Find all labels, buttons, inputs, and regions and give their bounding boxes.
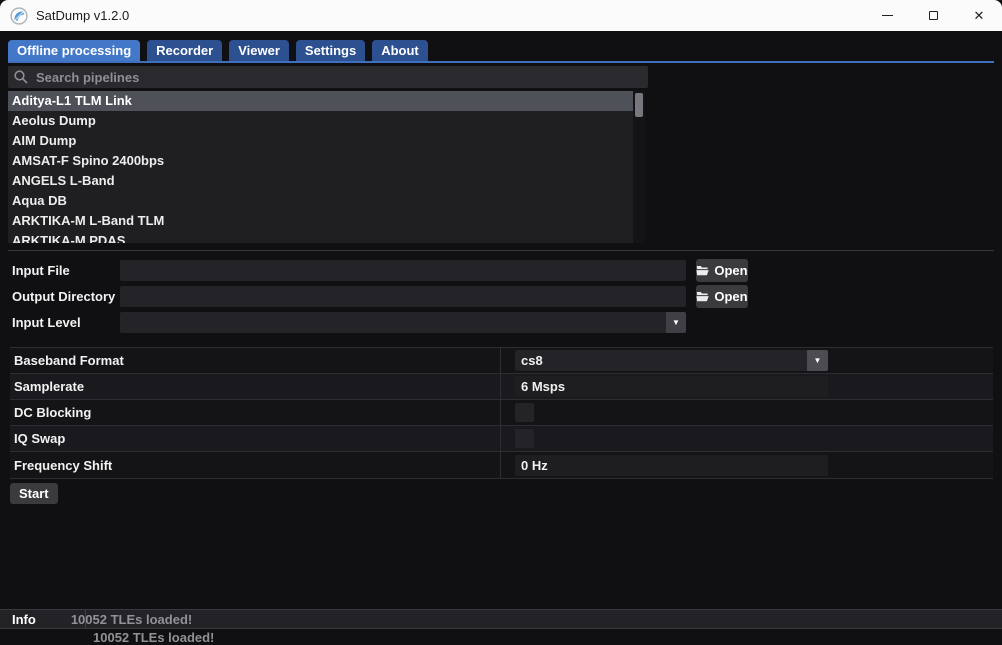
open-button-label: Open xyxy=(714,289,747,304)
maximize-icon xyxy=(929,11,938,20)
satdump-window: { "window": { "title": "SatDump v1.2.0" … xyxy=(0,0,1002,632)
baseband-format-label: Baseband Format xyxy=(10,353,500,368)
tab-offline-processing[interactable]: Offline processing xyxy=(8,40,140,61)
log-preview-clipped: 10052 TLEs loaded! xyxy=(93,630,214,645)
tab-bar: Offline processing Recorder Viewer Setti… xyxy=(8,40,428,61)
baseband-format-dropdown[interactable]: cs8 ▼ xyxy=(515,350,828,371)
input-file-field[interactable] xyxy=(120,260,686,281)
table-row: IQ Swap xyxy=(10,426,993,452)
list-item[interactable]: ANGELS L-Band xyxy=(8,171,633,191)
open-button-label: Open xyxy=(714,263,747,278)
output-directory-label: Output Directory xyxy=(12,286,115,307)
tab-label: Viewer xyxy=(238,43,280,58)
folder-icon xyxy=(696,291,709,302)
tab-label: Offline processing xyxy=(17,43,131,58)
column-divider xyxy=(500,426,501,451)
satdump-logo-icon xyxy=(9,6,29,26)
chevron-down-icon: ▼ xyxy=(666,312,686,333)
start-button[interactable]: Start xyxy=(10,483,58,504)
column-divider xyxy=(500,400,501,425)
list-item[interactable]: AMSAT-F Spino 2400bps xyxy=(8,151,633,171)
frequency-shift-field[interactable] xyxy=(515,455,828,476)
list-item[interactable]: ARKTIKA-M PDAS xyxy=(8,231,633,243)
close-icon: ✕ xyxy=(974,9,985,22)
status-divider xyxy=(85,610,86,628)
list-item[interactable]: AIM Dump xyxy=(8,131,633,151)
frequency-shift-label: Frequency Shift xyxy=(10,458,500,473)
samplerate-label: Samplerate xyxy=(10,379,500,394)
input-level-dropdown[interactable]: ▼ xyxy=(120,312,686,333)
table-row: Baseband Format cs8 ▼ xyxy=(10,348,993,374)
tab-label: About xyxy=(381,43,419,58)
status-message: 10052 TLEs loaded! xyxy=(71,612,192,627)
close-button[interactable]: ✕ xyxy=(956,0,1002,31)
scrollbar-thumb[interactable] xyxy=(635,93,643,117)
tab-label: Recorder xyxy=(156,43,213,58)
dc-blocking-checkbox[interactable] xyxy=(515,403,534,422)
pipeline-items: Aditya-L1 TLM Link Aeolus Dump AIM Dump … xyxy=(8,91,633,243)
iq-swap-checkbox[interactable] xyxy=(515,429,534,448)
dc-blocking-label: DC Blocking xyxy=(10,405,500,420)
column-divider xyxy=(500,374,501,399)
list-scrollbar[interactable] xyxy=(633,91,645,243)
table-row: DC Blocking xyxy=(10,400,993,426)
list-item-selected[interactable]: Aditya-L1 TLM Link xyxy=(8,91,633,111)
pipeline-list: Aditya-L1 TLM Link Aeolus Dump AIM Dump … xyxy=(8,91,645,243)
parameters-table: Baseband Format cs8 ▼ Samplerate DC Bloc… xyxy=(10,347,993,479)
list-item[interactable]: ARKTIKA-M L-Band TLM xyxy=(8,211,633,231)
title-bar: SatDump v1.2.0 ✕ xyxy=(0,0,1002,31)
separator xyxy=(8,250,994,251)
column-divider xyxy=(500,348,501,373)
tab-about[interactable]: About xyxy=(372,40,428,61)
status-bar: Info 10052 TLEs loaded! xyxy=(0,609,1002,629)
input-level-label: Input Level xyxy=(12,312,81,333)
table-row: Frequency Shift xyxy=(10,452,993,478)
maximize-button[interactable] xyxy=(910,0,956,31)
tab-underline xyxy=(8,61,994,63)
window-title: SatDump v1.2.0 xyxy=(36,8,129,23)
chevron-down-icon: ▼ xyxy=(807,350,828,371)
tab-recorder[interactable]: Recorder xyxy=(147,40,222,61)
folder-icon xyxy=(696,265,709,276)
input-file-label: Input File xyxy=(12,260,70,281)
iq-swap-label: IQ Swap xyxy=(10,431,500,446)
output-directory-field[interactable] xyxy=(120,286,686,307)
minimize-button[interactable] xyxy=(864,0,910,31)
tab-viewer[interactable]: Viewer xyxy=(229,40,289,61)
input-file-open-button[interactable]: Open xyxy=(696,259,748,282)
search-input[interactable] xyxy=(8,66,648,88)
column-divider xyxy=(500,452,501,478)
list-item[interactable]: Aeolus Dump xyxy=(8,111,633,131)
minimize-icon xyxy=(882,15,893,16)
window-controls: ✕ xyxy=(864,0,1002,31)
list-item[interactable]: Aqua DB xyxy=(8,191,633,211)
tab-settings[interactable]: Settings xyxy=(296,40,365,61)
tab-label: Settings xyxy=(305,43,356,58)
table-row: Samplerate xyxy=(10,374,993,400)
status-label: Info xyxy=(12,612,36,627)
samplerate-field[interactable] xyxy=(515,376,828,397)
baseband-format-value: cs8 xyxy=(515,353,807,368)
output-directory-open-button[interactable]: Open xyxy=(696,285,748,308)
